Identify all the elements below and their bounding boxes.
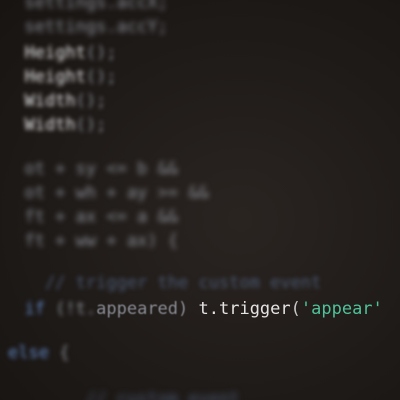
- code-token-punct: (: [290, 299, 301, 319]
- code-token-comment: // custom event: [85, 389, 240, 400]
- code-token-comment: // trigger the custom event: [4, 273, 322, 293]
- code-line: ft + ww + ax) {: [4, 230, 178, 254]
- code-token-plain: ot + wh + ay >=: [4, 183, 189, 203]
- code-token-bright: Height: [24, 67, 86, 87]
- code-line: ot + sy <= b &&: [4, 158, 178, 182]
- code-token-plain: (!t.: [55, 299, 97, 319]
- code-token-plain: ();: [85, 67, 117, 87]
- code-line: settings.accY;: [4, 16, 168, 40]
- code-line: Width();: [4, 90, 106, 114]
- code-token-plain: ();: [85, 43, 117, 63]
- code-line: if (!t.appeared) t.trigger('appear': [4, 298, 383, 322]
- code-token-keyword: else: [8, 343, 60, 363]
- code-token-plain: appeared): [96, 299, 199, 319]
- code-token-plain: ot + sy <= b &&: [4, 159, 178, 179]
- code-token-plain: settings.accY;: [4, 17, 168, 37]
- code-token-bright: t.: [198, 299, 219, 319]
- code-token-plain: ft + ww + ax) {: [4, 231, 178, 251]
- code-line: Height();: [4, 66, 117, 90]
- code-line: settings.accX;: [4, 0, 168, 16]
- code-line: ft + ax <= a &&: [4, 206, 178, 230]
- code-line: // trigger the custom event: [4, 272, 321, 296]
- code-line: else {: [8, 342, 69, 366]
- code-line: ot + wh + ay >= &&: [4, 182, 209, 206]
- code-line: Width();: [4, 114, 106, 138]
- code-token-plain: ();: [75, 115, 107, 135]
- code-token-plain: {: [59, 343, 70, 363]
- code-token-string: 'appear': [300, 299, 383, 319]
- code-token-bright: Height: [24, 43, 86, 63]
- code-token-bright: Width: [24, 115, 76, 135]
- code-token-keyword: if: [4, 299, 56, 319]
- code-line: Height();: [4, 42, 117, 66]
- code-token-bright: trigger: [218, 299, 291, 319]
- code-line: // custom event: [4, 388, 240, 400]
- code-token-plain: settings.accX;: [4, 0, 168, 13]
- code-token-bright: Width: [24, 91, 76, 111]
- code-editor: settings.accX; settings.accY; Height(); …: [0, 0, 400, 400]
- code-token-plain: ();: [75, 91, 107, 111]
- code-token-plain: &&: [188, 183, 209, 203]
- code-token-plain: ft + ax <= a &&: [4, 207, 178, 227]
